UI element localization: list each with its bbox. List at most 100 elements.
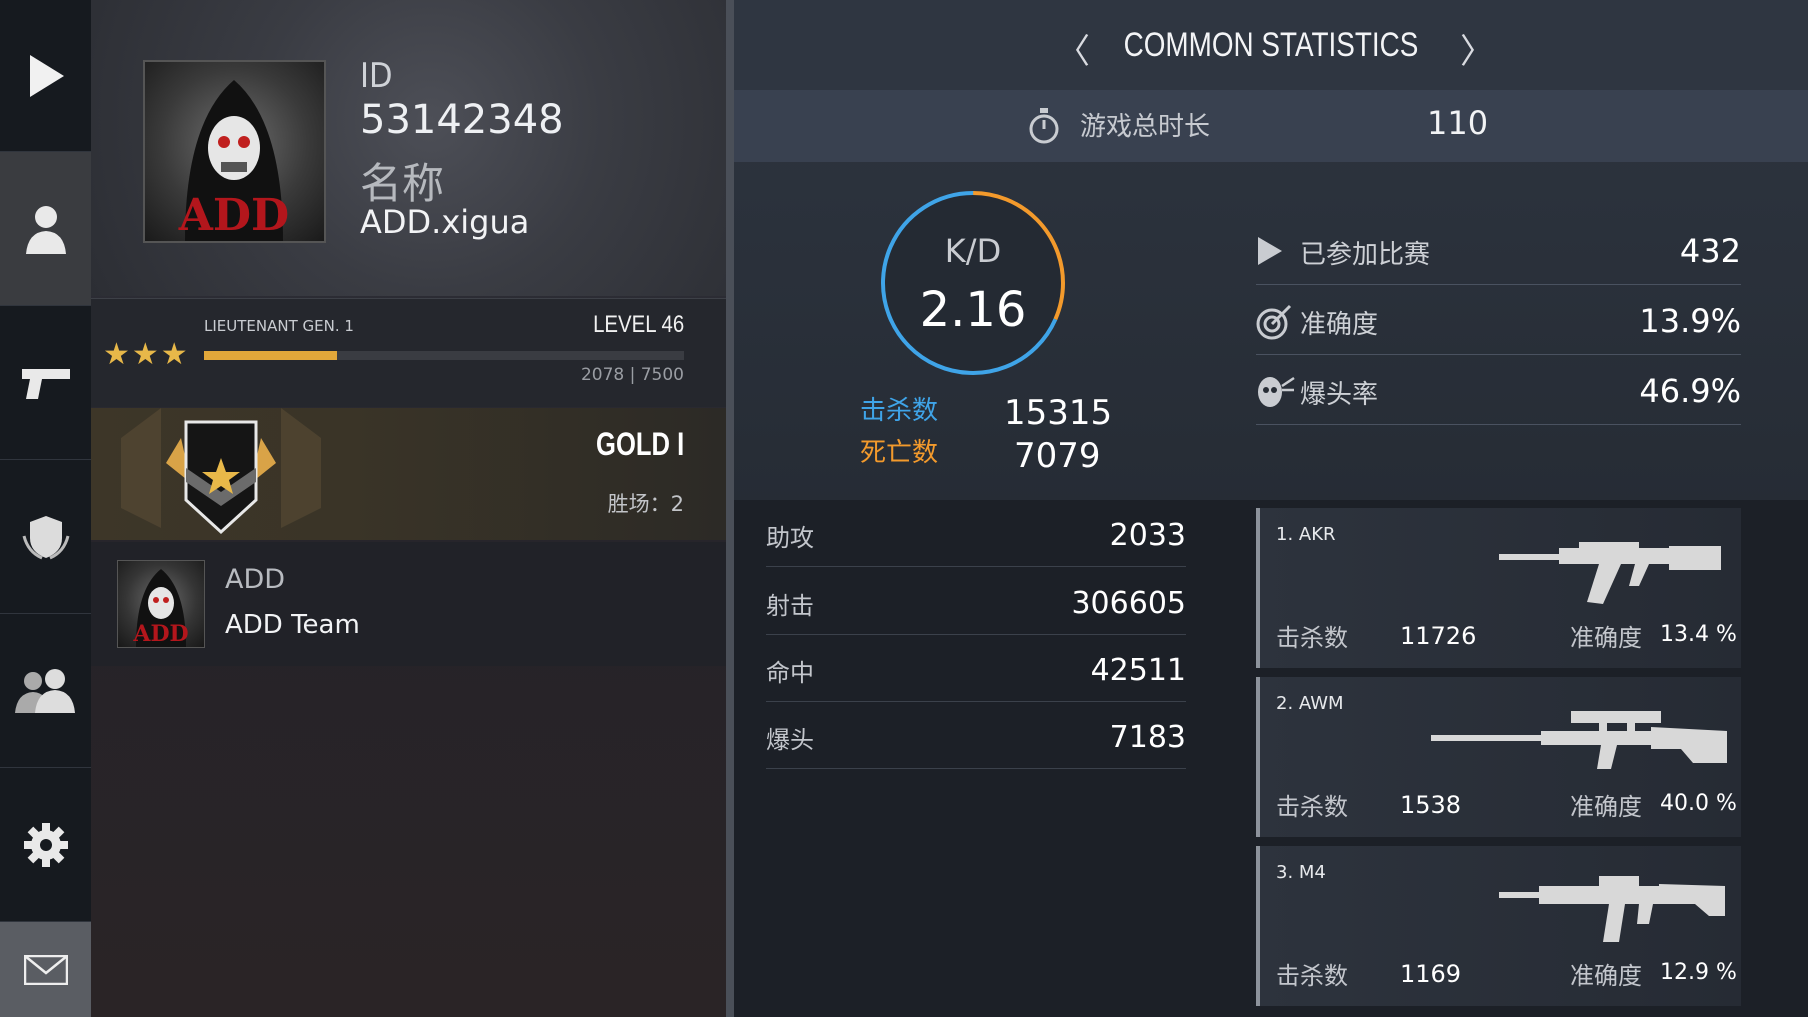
profile-panel: ADD ID 53142348 名称 ADD.xigua ★★★ LIEUTEN…	[91, 0, 726, 1017]
weapon-card-akr[interactable]: 1. AKR 击杀数 11726 准确度 13.4 %	[1256, 508, 1741, 668]
detail-row-assists: 助攻 2033	[766, 500, 1186, 567]
detail-label: 命中	[766, 659, 814, 687]
nav-profile[interactable]	[0, 152, 91, 306]
settings-icon	[23, 822, 68, 867]
detail-value: 306605	[1071, 586, 1186, 621]
xp-progress-bar	[204, 351, 684, 360]
deaths-value: 7079	[1014, 436, 1101, 476]
carbine-icon	[1499, 876, 1725, 942]
kd-value: 2.16	[919, 282, 1027, 338]
reaper-avatar-icon: ADD	[178, 80, 289, 241]
nav-play[interactable]	[0, 0, 91, 152]
nav-friends[interactable]	[0, 614, 91, 768]
weapon-kills-label: 击杀数	[1276, 624, 1348, 652]
reaper-team-icon: ADD	[132, 569, 189, 647]
clan-shield-icon	[22, 515, 69, 559]
team-section[interactable]: ADD ADD ADD Team	[91, 542, 726, 666]
weapon-name: 3. M4	[1276, 862, 1326, 883]
league-name: GOLD I	[595, 426, 684, 462]
accuracy-row: 准确度 13.9%	[1256, 286, 1741, 355]
profile-icon	[25, 205, 66, 254]
pistol-icon	[21, 368, 70, 399]
friends-icon	[14, 668, 75, 713]
playtime-label: 游戏总时长	[1080, 112, 1211, 142]
details-section: 助攻 2033 射击 306605 命中 42511 爆头 7183 1. AK…	[734, 500, 1808, 1017]
mail-icon	[23, 954, 68, 985]
weapon-card-awm[interactable]: 2. AWM 击杀数 1538 准确度 40.0 %	[1256, 677, 1741, 837]
nav-settings[interactable]	[0, 768, 91, 922]
nav-clan[interactable]	[0, 460, 91, 614]
kills-value: 15315	[1004, 393, 1113, 433]
avatar[interactable]: ADD	[143, 60, 326, 243]
stopwatch-icon	[1029, 108, 1059, 144]
assault-rifle-icon	[1499, 542, 1721, 604]
detail-label: 射击	[766, 592, 814, 620]
summary-label: 准确度	[1300, 310, 1379, 340]
panel-divider	[726, 0, 734, 1017]
detail-value: 42511	[1090, 653, 1186, 688]
playtime-value: 110	[1427, 104, 1489, 142]
weapon-name: 1. AKR	[1276, 524, 1336, 545]
profile-header: ADD ID 53142348 名称 ADD.xigua	[91, 0, 726, 296]
rank-stars: ★★★	[103, 337, 190, 372]
weapon-kills-value: 1169	[1400, 960, 1462, 988]
team-avatar: ADD	[117, 560, 205, 648]
nav-weapons[interactable]	[0, 306, 91, 460]
weapon-accuracy-value: 13.4 %	[1660, 622, 1737, 647]
league-section[interactable]: GOLD I 胜场：2	[91, 408, 726, 540]
weapon-accuracy-label: 准确度	[1570, 962, 1642, 990]
player-level: LEVEL 46	[592, 311, 684, 338]
weapon-kills-value: 11726	[1400, 622, 1477, 650]
weapon-accuracy-label: 准确度	[1570, 793, 1642, 821]
summary-label: 爆头率	[1300, 380, 1379, 410]
nav-mail[interactable]	[0, 922, 91, 1017]
headshot-icon	[1258, 376, 1295, 407]
detail-label: 爆头	[766, 726, 814, 754]
weapon-kills-value: 1538	[1400, 791, 1462, 819]
summary-value: 46.9%	[1639, 372, 1741, 410]
team-name: ADD Team	[225, 610, 360, 640]
rank-title: LIEUTENANT GEN. 1	[204, 317, 354, 335]
weapon-kills-label: 击杀数	[1276, 962, 1348, 990]
summary-value: 13.9%	[1639, 302, 1741, 340]
play-icon	[1258, 237, 1282, 265]
play-icon	[29, 54, 64, 97]
sidebar-nav	[0, 0, 91, 1017]
deaths-label: 死亡数	[860, 438, 939, 468]
kills-label: 击杀数	[860, 396, 939, 426]
xp-progress-fill	[204, 351, 337, 360]
player-id: 53142348	[360, 97, 564, 143]
detail-value: 2033	[1109, 518, 1186, 553]
svg-text:ADD: ADD	[178, 190, 289, 241]
statistics-panel: 〈 COMMON STATISTICS 〉 游戏总时长 110 K/D 2.16…	[734, 0, 1808, 1017]
detail-row-hits: 命中 42511	[766, 635, 1186, 702]
target-icon	[1256, 304, 1292, 340]
league-wins: 胜场：2	[607, 492, 684, 516]
detail-value: 7183	[1109, 720, 1186, 755]
svg-text:ADD: ADD	[132, 621, 188, 647]
team-tag: ADD	[225, 564, 286, 595]
weapon-kills-label: 击杀数	[1276, 793, 1348, 821]
headshot-rate-row: 爆头率 46.9%	[1256, 356, 1741, 425]
playtime-row: 游戏总时长 110	[734, 90, 1808, 162]
stats-header: 〈 COMMON STATISTICS 〉	[734, 0, 1808, 90]
detail-row-shots: 射击 306605	[766, 568, 1186, 635]
weapon-card-m4[interactable]: 3. M4 击杀数 1169 准确度 12.9 %	[1256, 846, 1741, 1006]
stats-title: COMMON STATISTICS	[1123, 26, 1419, 64]
next-page-arrow[interactable]: 〉	[1460, 24, 1494, 73]
summary-value: 432	[1679, 232, 1741, 270]
kd-label: K/D	[944, 232, 1002, 270]
player-name: ADD.xigua	[360, 203, 530, 241]
matches-played-row: 已参加比赛 432	[1256, 216, 1741, 285]
sniper-rifle-icon	[1431, 711, 1727, 769]
weapon-accuracy-label: 准确度	[1570, 624, 1642, 652]
xp-text: 2078 | 7500	[580, 365, 684, 385]
detail-row-headshots: 爆头 7183	[766, 702, 1186, 769]
summary-label: 已参加比赛	[1300, 240, 1431, 270]
league-badge-icon	[121, 408, 321, 535]
weapon-name: 2. AWM	[1276, 693, 1344, 714]
name-label: 名称	[360, 159, 445, 208]
id-label: ID	[360, 56, 393, 96]
detail-label: 助攻	[766, 524, 814, 552]
weapon-accuracy-value: 40.0 %	[1660, 791, 1737, 816]
